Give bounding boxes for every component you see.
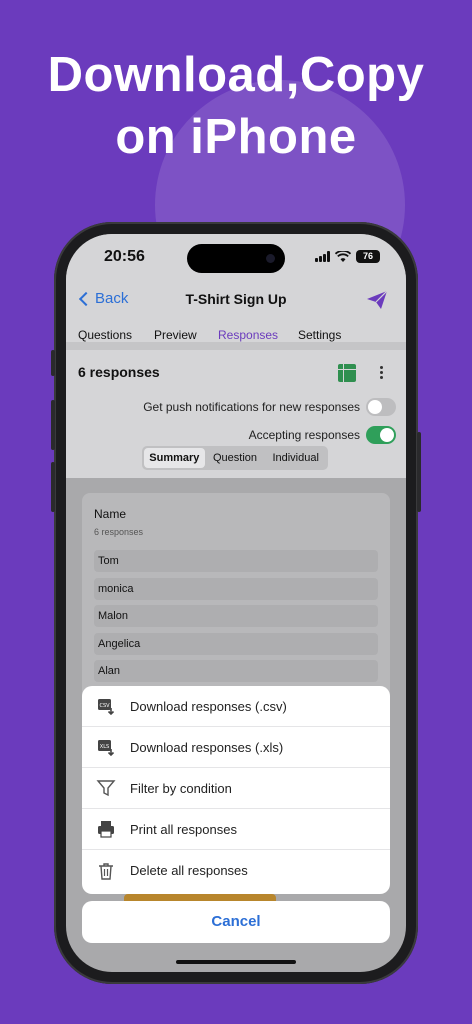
svg-text:CSV: CSV — [99, 703, 110, 709]
cellular-signal-icon — [315, 251, 330, 262]
list-item: Alan — [94, 660, 378, 682]
accepting-responses-toggle[interactable] — [366, 426, 396, 444]
promo-headline: Download,Copy on iPhone — [0, 44, 472, 168]
action-sheet: CSV Download responses (.csv) XLS Downlo… — [82, 686, 390, 894]
trash-icon — [99, 862, 113, 880]
download-xls-label: Download responses (.xls) — [130, 739, 284, 755]
status-time: 20:56 — [104, 248, 145, 265]
download-csv-option[interactable]: CSV Download responses (.csv) — [82, 686, 390, 727]
headline-line-1: Download,Copy — [47, 48, 425, 102]
list-item: Angelica — [94, 633, 378, 655]
wifi-icon — [335, 250, 351, 262]
tab-responses[interactable]: Responses — [218, 328, 278, 342]
delete-label: Delete all responses — [130, 863, 248, 878]
filter-label: Filter by condition — [130, 780, 232, 796]
segment-summary[interactable]: Summary — [144, 448, 205, 468]
phone-volume-down-button — [51, 462, 55, 512]
csv-download-icon: CSV — [98, 699, 115, 716]
printer-icon — [98, 821, 114, 838]
push-notifications-toggle[interactable] — [366, 398, 396, 416]
question-title: Name — [94, 507, 127, 521]
segment-individual[interactable]: Individual — [265, 448, 326, 468]
delete-option[interactable]: Delete all responses — [82, 850, 390, 891]
phone-frame: 20:56 76 Back T-Shirt Sign Up Questions … — [51, 222, 421, 984]
tab-preview[interactable]: Preview — [154, 328, 197, 342]
tab-divider — [66, 342, 406, 350]
list-item: Tom — [94, 550, 378, 572]
download-xls-option[interactable]: XLS Download responses (.xls) — [82, 727, 390, 768]
battery-icon: 76 — [356, 250, 380, 263]
push-notifications-row: Get push notifications for new responses — [66, 398, 406, 418]
page-title: T-Shirt Sign Up — [185, 291, 287, 307]
xls-download-icon: XLS — [98, 740, 115, 757]
filter-icon — [96, 780, 116, 797]
print-option[interactable]: Print all responses — [82, 809, 390, 850]
cancel-button[interactable]: Cancel — [82, 901, 390, 943]
segment-question[interactable]: Question — [205, 448, 266, 468]
phone-power-button — [417, 432, 421, 512]
print-label: Print all responses — [130, 821, 237, 837]
spreadsheet-icon[interactable] — [338, 364, 356, 382]
phone-screen: 20:56 76 Back T-Shirt Sign Up Questions … — [66, 234, 406, 972]
dynamic-island — [187, 244, 285, 273]
tab-settings[interactable]: Settings — [298, 328, 341, 342]
more-options-icon[interactable] — [380, 366, 384, 381]
home-indicator — [176, 960, 296, 964]
accepting-responses-row: Accepting responses — [66, 426, 406, 446]
send-paper-plane-icon[interactable] — [366, 290, 388, 310]
push-notifications-label: Get push notifications for new responses — [143, 400, 360, 414]
list-item: monica — [94, 578, 378, 600]
list-item: Malon — [94, 605, 378, 627]
phone-action-button — [51, 350, 55, 376]
tab-questions[interactable]: Questions — [78, 328, 132, 342]
status-icons: 76 — [315, 250, 380, 263]
accepting-responses-label: Accepting responses — [248, 428, 360, 442]
filter-option[interactable]: Filter by condition — [82, 768, 390, 809]
phone-volume-up-button — [51, 400, 55, 450]
question-response-count: 6 responses — [94, 527, 144, 537]
responses-count: 6 responses — [78, 364, 160, 380]
view-segmented-control: Summary Question Individual — [142, 446, 328, 470]
download-csv-label: Download responses (.csv) — [130, 698, 287, 714]
nav-bar: Back T-Shirt Sign Up — [66, 290, 406, 314]
svg-text:XLS: XLS — [100, 744, 109, 750]
headline-line-2: on iPhone — [115, 110, 357, 164]
